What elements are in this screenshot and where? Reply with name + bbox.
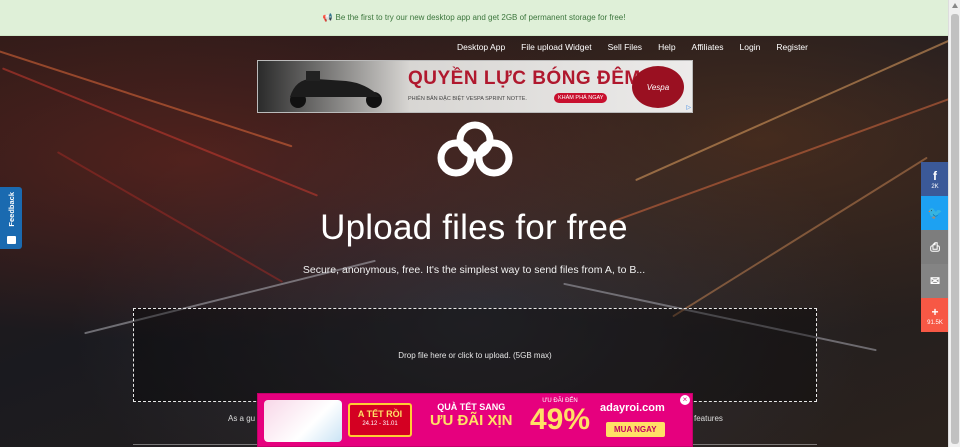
top-nav: Desktop App File upload Widget Sell File…	[457, 42, 808, 52]
page-title: Upload files for free	[320, 208, 628, 247]
ad-top-headline: QUYỀN LỰC BÓNG ĐÊM	[408, 68, 641, 89]
site-logo	[437, 121, 513, 177]
nav-file-upload-widget[interactable]: File upload Widget	[521, 42, 591, 52]
twitter-icon: 🐦	[927, 206, 943, 220]
plus-icon: +	[931, 304, 939, 319]
nav-register[interactable]: Register	[776, 42, 808, 52]
feedback-label: Feedback	[6, 192, 16, 227]
nav-desktop-app[interactable]: Desktop App	[457, 42, 505, 52]
ad-mid-text: QUÀ TẾT SANG ƯU ĐÃI XỊN	[430, 402, 512, 429]
ad-tet-title: A TẾT RỒI	[357, 409, 403, 419]
ad-top-cta[interactable]: KHÁM PHÁ NGAY	[554, 93, 608, 103]
ad-top-subline: PHIÊN BẢN ĐẶC BIỆT VESPA SPRINT NOTTE.	[408, 96, 527, 102]
ad-tet-badge: A TẾT RỒI 24.12 - 31.01	[348, 403, 412, 437]
ad-line2: ƯU ĐÃI XỊN	[430, 412, 513, 429]
ad-top-brand-logo: Vespa	[632, 66, 684, 108]
twitter-share-button[interactable]: 🐦	[921, 196, 949, 230]
page-subtitle: Secure, anonymous, free. It's the simple…	[302, 264, 646, 276]
email-share-button[interactable]: ✉	[921, 264, 949, 298]
dropzone-text: Drop file here or click to upload. (5GB …	[398, 350, 552, 360]
scooter-image	[290, 71, 382, 108]
gift-image	[264, 400, 342, 442]
ad-info-icon[interactable]: ▷	[686, 104, 691, 111]
promo-banner: 📢 Be the first to try our new desktop ap…	[0, 0, 948, 36]
email-icon: ✉	[929, 274, 941, 288]
nav-login[interactable]: Login	[740, 42, 761, 52]
ad-line1: QUÀ TẾT SANG	[437, 402, 506, 412]
hero-section: Desktop App File upload Widget Sell File…	[0, 36, 948, 447]
feedback-icon	[6, 236, 16, 244]
ad-discount: ƯU ĐÃI ĐẾN 49%	[530, 398, 590, 436]
nav-sell-files[interactable]: Sell Files	[608, 42, 642, 52]
scrollbar-thumb[interactable]	[951, 14, 959, 444]
file-dropzone[interactable]: Drop file here or click to upload. (5GB …	[133, 308, 817, 402]
share-bar: f 2K 🐦 ⎙ ✉ + 91.5K	[921, 162, 949, 332]
ad-banner-bottom[interactable]: A TẾT RỒI 24.12 - 31.01 QUÀ TẾT SANG ƯU …	[257, 393, 693, 447]
scroll-up-icon[interactable]	[952, 3, 958, 8]
facebook-count: 2K	[931, 183, 939, 190]
facebook-icon: f	[933, 168, 937, 183]
megaphone-icon: 📢	[322, 13, 333, 22]
ad-buy-button[interactable]: MUA NGAY	[606, 422, 665, 437]
ad-discount-value: 49%	[530, 403, 591, 436]
print-icon: ⎙	[930, 239, 940, 254]
close-icon[interactable]: ×	[680, 395, 690, 405]
scrollbar[interactable]	[948, 0, 960, 447]
more-share-button[interactable]: + 91.5K	[921, 298, 949, 332]
share-total-count: 91.5K	[927, 319, 943, 326]
nav-affiliates[interactable]: Affiliates	[692, 42, 724, 52]
ad-tet-dates: 24.12 - 31.01	[362, 421, 398, 427]
print-button[interactable]: ⎙	[921, 230, 949, 264]
feedback-tab[interactable]: Feedback	[0, 187, 22, 249]
info-text-right: features	[694, 414, 723, 423]
nav-help[interactable]: Help	[658, 42, 675, 52]
facebook-share-button[interactable]: f 2K	[921, 162, 949, 196]
promo-banner-text: Be the first to try our new desktop app …	[335, 13, 626, 22]
ad-banner-top[interactable]: QUYỀN LỰC BÓNG ĐÊM PHIÊN BẢN ĐẶC BIỆT VE…	[257, 60, 693, 113]
info-text-left: As a gu	[228, 414, 256, 423]
ad-bottom-brand: adayroi.com	[600, 402, 665, 414]
